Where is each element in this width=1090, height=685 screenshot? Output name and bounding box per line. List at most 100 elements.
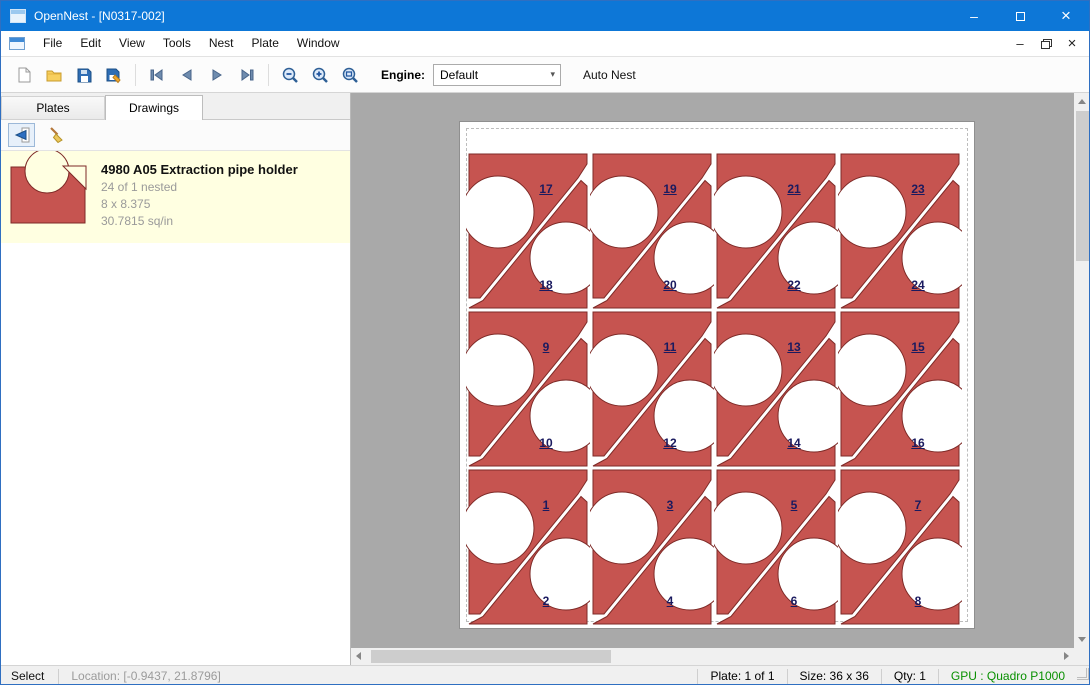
nest-pair[interactable]: 3 4	[590, 468, 714, 626]
tab-drawings[interactable]: Drawings	[105, 95, 203, 120]
zoom-out-button[interactable]	[275, 61, 305, 89]
nest-pair[interactable]: 23 24	[838, 152, 962, 310]
tab-plates[interactable]: Plates	[1, 96, 105, 120]
previous-arrow-icon	[178, 66, 196, 84]
plate-count-status: Plate: 1 of 1	[698, 666, 786, 685]
nest-pair[interactable]: 7 8	[838, 468, 962, 626]
clean-button[interactable]	[42, 123, 69, 147]
mdi-restore-button[interactable]	[1033, 33, 1059, 55]
zoom-in-button[interactable]	[305, 61, 335, 89]
nest-pair[interactable]: 11 12	[590, 310, 714, 468]
new-document-icon	[15, 66, 33, 84]
close-button[interactable]: ×	[1043, 1, 1089, 31]
part-number-label: 21	[774, 182, 814, 196]
next-plate-button[interactable]	[202, 61, 232, 89]
toolbar-separator	[268, 64, 269, 86]
menubar: File Edit View Tools Nest Plate Window –…	[1, 31, 1089, 57]
part-number-label: 1	[526, 498, 566, 512]
open-button[interactable]	[39, 61, 69, 89]
part-number-label: 2	[526, 594, 566, 608]
part-number-label: 8	[898, 594, 938, 608]
mode-status: Select	[1, 666, 58, 685]
menu-edit[interactable]: Edit	[71, 31, 110, 57]
horizontal-scrollbar[interactable]	[351, 648, 1074, 665]
mdi-minimize-button[interactable]: –	[1007, 33, 1033, 55]
drawing-list-item[interactable]: 4980 A05 Extraction pipe holder 24 of 1 …	[1, 151, 350, 243]
drawing-area: 30.7815 sq/in	[101, 214, 298, 228]
main-toolbar: Engine: Default ▾ Auto Nest	[1, 57, 1089, 93]
menu-nest[interactable]: Nest	[200, 31, 243, 57]
save-button[interactable]	[69, 61, 99, 89]
toolbar-separator	[135, 64, 136, 86]
scrollbar-corner	[1074, 648, 1090, 665]
nest-canvas[interactable]: 17 18 19 20 21 22 23 24	[351, 93, 1074, 648]
menu-file[interactable]: File	[34, 31, 71, 57]
new-button[interactable]	[9, 61, 39, 89]
scroll-up-icon[interactable]	[1078, 99, 1086, 104]
cursor-location-status: Location: [-0.9437, 21.8796]	[59, 666, 232, 685]
engine-label: Engine:	[381, 68, 425, 82]
window-title: OpenNest - [N0317-002]	[34, 9, 165, 23]
window-controls: – ×	[951, 1, 1089, 31]
part-number-label: 12	[650, 436, 690, 450]
menu-view[interactable]: View	[110, 31, 154, 57]
save-as-button[interactable]	[99, 61, 129, 89]
nest-pair[interactable]: 9 10	[466, 310, 590, 468]
plate[interactable]: 17 18 19 20 21 22 23 24	[459, 121, 975, 629]
nest-pair[interactable]: 5 6	[714, 468, 838, 626]
part-number-label: 16	[898, 436, 938, 450]
open-folder-icon	[45, 66, 63, 84]
nest-pair[interactable]: 13 14	[714, 310, 838, 468]
part-thumbnail	[1, 151, 101, 243]
part-number-label: 17	[526, 182, 566, 196]
vertical-scroll-thumb[interactable]	[1076, 111, 1089, 261]
menu-window[interactable]: Window	[288, 31, 349, 57]
document-window-icon	[9, 37, 25, 50]
zoom-in-icon	[311, 66, 329, 84]
import-drawing-button[interactable]	[8, 123, 35, 147]
broom-icon	[47, 126, 65, 144]
horizontal-scroll-thumb[interactable]	[371, 650, 611, 663]
first-arrow-icon	[148, 66, 166, 84]
drawing-dimensions: 8 x 8.375	[101, 197, 298, 211]
engine-value: Default	[434, 68, 478, 82]
part-number-label: 24	[898, 278, 938, 292]
part-shape-icon	[1, 151, 101, 243]
auto-nest-button[interactable]: Auto Nest	[583, 68, 636, 82]
chevron-down-icon: ▾	[550, 70, 555, 79]
nest-pair[interactable]: 1 2	[466, 468, 590, 626]
titlebar: OpenNest - [N0317-002] – ×	[1, 1, 1089, 31]
part-number-label: 19	[650, 182, 690, 196]
last-plate-button[interactable]	[232, 61, 262, 89]
maximize-icon	[1016, 12, 1025, 21]
part-number-label: 18	[526, 278, 566, 292]
vertical-scrollbar[interactable]	[1074, 93, 1090, 648]
drawing-title: 4980 A05 Extraction pipe holder	[101, 162, 298, 177]
part-number-label: 22	[774, 278, 814, 292]
minimize-button[interactable]: –	[951, 1, 997, 31]
mdi-close-button[interactable]: ×	[1059, 33, 1085, 55]
engine-dropdown[interactable]: Default ▾	[433, 64, 561, 86]
previous-plate-button[interactable]	[172, 61, 202, 89]
menu-plate[interactable]: Plate	[243, 31, 288, 57]
gpu-status: GPU : Quadro P1000	[939, 666, 1077, 685]
first-plate-button[interactable]	[142, 61, 172, 89]
scroll-left-icon[interactable]	[356, 652, 361, 660]
save-as-icon	[105, 66, 123, 84]
menu-tools[interactable]: Tools	[154, 31, 200, 57]
drawing-nested-count: 24 of 1 nested	[101, 180, 298, 194]
part-number-label: 14	[774, 436, 814, 450]
nest-pair[interactable]: 17 18	[466, 152, 590, 310]
plate-size-status: Size: 36 x 36	[788, 666, 881, 685]
nest-pair[interactable]: 21 22	[714, 152, 838, 310]
maximize-button[interactable]	[997, 1, 1043, 31]
zoom-fit-button[interactable]	[335, 61, 365, 89]
part-number-label: 4	[650, 594, 690, 608]
opennest-window: OpenNest - [N0317-002] – × File Edit Vie…	[0, 0, 1090, 685]
nest-pair[interactable]: 15 16	[838, 310, 962, 468]
sidebar: Plates Drawings 4980 A05 Extraction pipe…	[1, 93, 351, 665]
scroll-right-icon[interactable]	[1064, 652, 1069, 660]
nest-pair[interactable]: 19 20	[590, 152, 714, 310]
scroll-down-icon[interactable]	[1078, 637, 1086, 642]
resize-grip[interactable]	[1077, 668, 1089, 680]
